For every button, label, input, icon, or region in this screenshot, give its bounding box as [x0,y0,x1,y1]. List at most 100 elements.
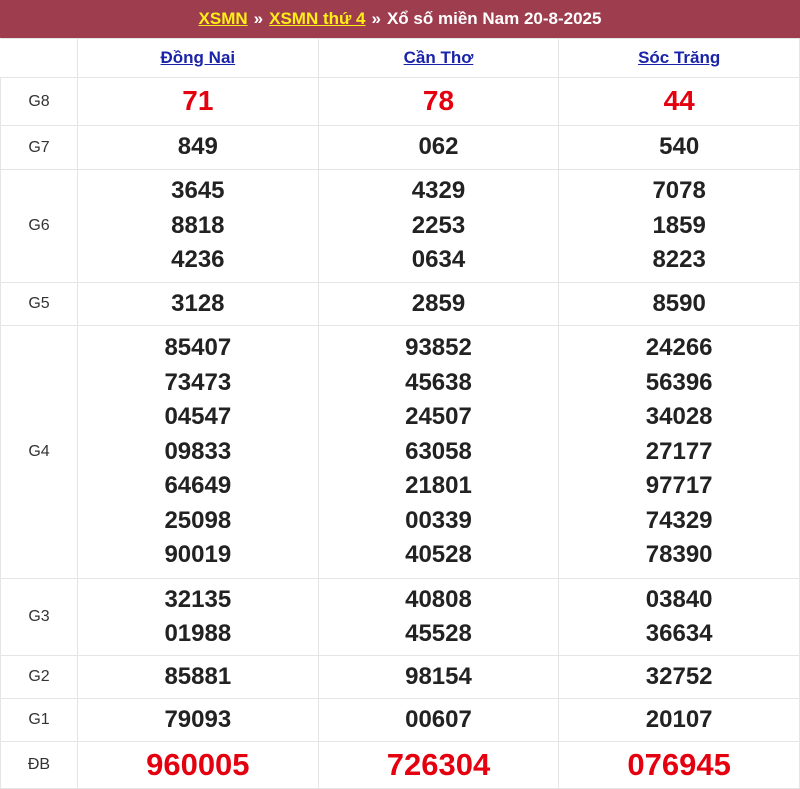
prize-label: G5 [0,282,78,326]
prize-column-header [0,38,78,78]
prize-label: G7 [0,125,78,170]
result-number: 076945 [627,746,731,782]
result-number: 45638 [405,368,472,396]
result-cell: 726304 [317,741,560,789]
prize-row: G6 3645 8818 4236 4329 2253 0634 7078 1859 8223 [0,169,800,283]
result-cell: 540 [558,125,800,170]
result-number: 04547 [164,403,232,431]
province-link-can-tho[interactable]: Cần Thơ [404,48,474,67]
province-link-soc-trang[interactable]: Sóc Trăng [638,48,720,67]
page-title: Xổ số miền Nam 20-8-2025 [386,9,602,28]
result-cell: 00607 [317,698,560,742]
result-cell: 7078 1859 8223 [558,169,800,283]
result-cell: 2859 [317,282,560,326]
result-number: 85881 [164,662,232,690]
result-number: 8590 [652,289,706,317]
prize-row: G8 71 78 44 [0,77,800,126]
result-number: 3128 [171,289,225,317]
result-cell: 20107 [558,698,800,742]
result-number: 74329 [645,506,713,534]
province-header: Cần Thơ [317,38,560,78]
result-number: 98154 [405,662,472,690]
results-table: Đồng Nai Cần Thơ Sóc Trăng G8 71 78 44 G7 849… [0,38,800,789]
result-cell: 40808 45528 [317,578,560,656]
province-header: Sóc Trăng [558,38,800,78]
result-number: 20107 [645,705,713,733]
prize-label: G2 [0,655,78,699]
page-header: XSMN » XSMN thứ 4 » Xổ số miền Nam 20-8-… [0,0,800,38]
result-number: 00607 [405,705,472,733]
result-cell: 32752 [558,655,800,699]
province-header-row: Đồng Nai Cần Thơ Sóc Trăng [0,38,800,78]
result-number: 93852 [405,334,472,362]
result-number: 32752 [645,662,713,690]
result-cell: 71 [77,77,319,126]
prize-label: ĐB [0,741,78,789]
result-cell: 960005 [77,741,319,789]
result-cell: 24266 56396 34028 27177 97717 74329 78390 [558,325,800,579]
result-number: 726304 [386,746,491,782]
result-cell: 79093 [77,698,319,742]
result-number: 24266 [645,334,713,362]
result-number: 79093 [164,705,232,733]
prize-row: G1 79093 00607 20107 [0,698,800,742]
result-number: 78 [422,85,455,117]
result-cell: 85881 [77,655,319,699]
result-number: 2253 [411,211,466,239]
result-number: 36634 [645,620,713,647]
result-number: 40808 [405,585,472,613]
result-number: 4236 [171,246,225,274]
result-number: 09833 [164,437,232,465]
xsmn-weekday-link[interactable]: XSMN thứ 4 [269,9,365,29]
result-number: 73473 [164,368,232,396]
prize-row: ĐB 960005 726304 076945 [0,741,800,789]
prize-row: G3 32135 01988 40808 45528 03840 36634 [0,578,800,656]
result-cell: 03840 36634 [558,578,800,656]
result-cell: 32135 01988 [77,578,319,656]
prize-label: G3 [0,578,78,656]
prize-row: G2 85881 98154 32752 [0,655,800,699]
result-number: 97717 [645,472,713,500]
result-number: 25098 [164,506,232,534]
result-number: 849 [177,133,218,161]
result-number: 8223 [652,246,706,274]
result-cell: 98154 [317,655,560,699]
province-link-dong-nai[interactable]: Đồng Nai [161,48,236,67]
result-number: 34028 [645,403,713,431]
result-cell: 3128 [77,282,319,326]
result-number: 71 [182,85,214,117]
result-number: 01988 [164,620,232,647]
result-cell: 849 [77,125,319,170]
breadcrumb-separator: » [371,9,381,28]
result-cell: 076945 [558,741,800,789]
result-number: 21801 [405,472,472,500]
result-cell: 78 [317,77,560,126]
result-number: 24507 [405,403,472,431]
result-number: 27177 [645,437,713,465]
result-number: 64649 [164,472,232,500]
xsmn-link[interactable]: XSMN [199,9,248,29]
result-cell: 85407 73473 04547 09833 64649 25098 90019 [77,325,319,579]
result-number: 2859 [411,289,466,317]
result-cell: 4329 2253 0634 [317,169,560,283]
result-cell: 062 [317,125,560,170]
province-header: Đồng Nai [77,38,319,78]
prize-label: G1 [0,698,78,742]
result-number: 062 [418,133,459,161]
result-cell: 3645 8818 4236 [77,169,319,283]
result-number: 0634 [411,246,466,274]
prize-row: G5 3128 2859 8590 [0,282,800,326]
result-number: 90019 [164,541,232,569]
result-number: 78390 [645,541,713,569]
result-number: 7078 [652,177,706,205]
result-number: 3645 [171,177,225,205]
result-number: 32135 [164,585,232,613]
result-number: 540 [659,133,700,161]
breadcrumb-separator: » [253,9,264,28]
prize-row: G7 849 062 540 [0,125,800,170]
result-number: 85407 [164,334,232,362]
result-number: 8818 [171,211,225,239]
prize-row: G4 85407 73473 04547 09833 64649 25098 90019 938… [0,325,800,579]
result-number: 45528 [405,620,472,647]
result-number: 4329 [411,177,466,205]
